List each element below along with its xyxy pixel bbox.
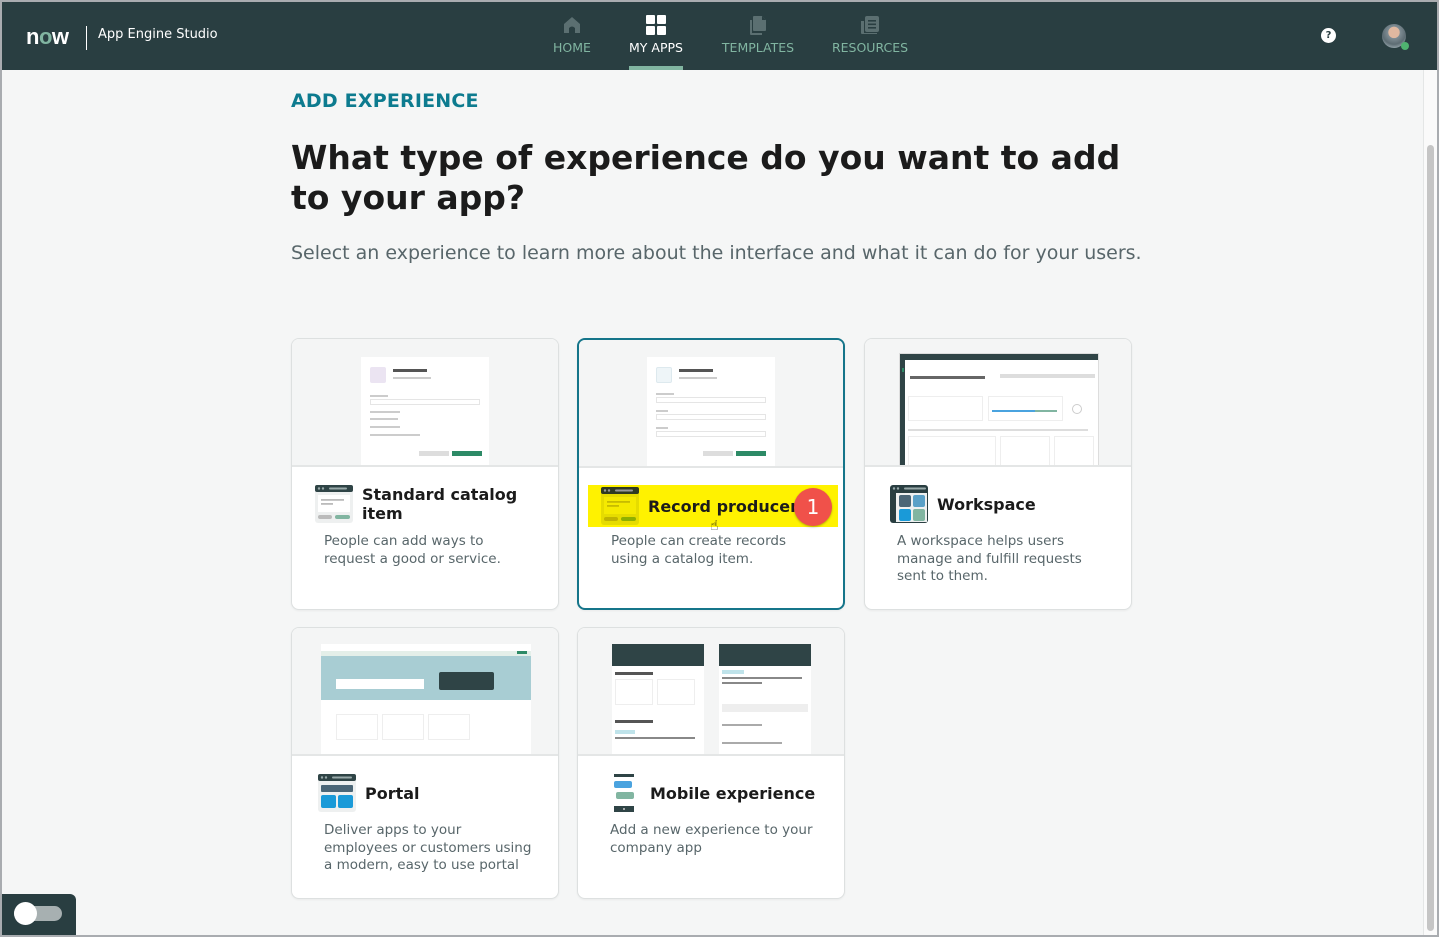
- help-icon[interactable]: ?: [1321, 28, 1336, 43]
- main-nav: HOME MY APPS TEMPLATES RESOURCES: [532, 2, 909, 70]
- nav-resources-label: RESOURCES: [831, 40, 909, 55]
- step-badge: 1: [794, 488, 832, 526]
- copy-icon: [750, 16, 766, 35]
- catalog-item-icon: [315, 485, 353, 523]
- card-description: Deliver apps to your employees or custom…: [324, 822, 532, 873]
- vertical-scrollbar[interactable]: [1423, 70, 1437, 935]
- card-preview-image: [579, 340, 843, 468]
- experience-card-record-producer[interactable]: Record producer 1 ☝ People can create re…: [577, 338, 845, 610]
- portal-icon: [318, 774, 356, 812]
- toggle-container: [2, 894, 76, 935]
- top-navigation-bar: now App Engine Studio HOME MY APPS TEMPL…: [2, 2, 1437, 70]
- app-title: App Engine Studio: [98, 27, 218, 42]
- card-title: Standard catalog item: [362, 485, 518, 523]
- page-eyebrow: ADD EXPERIENCE: [291, 90, 479, 112]
- card-preview-image: [578, 628, 844, 756]
- hand-cursor-icon: ☝: [710, 518, 719, 534]
- employee-records-preview: [647, 357, 775, 466]
- card-title: Record producer: [648, 496, 798, 516]
- item-request-preview: [361, 357, 489, 465]
- scrollbar-thumb[interactable]: [1427, 145, 1434, 931]
- nav-home-label: HOME: [553, 40, 591, 55]
- user-avatar[interactable]: [1382, 24, 1409, 50]
- workspace-preview: [899, 353, 1099, 465]
- card-header: Mobile experience: [612, 772, 834, 814]
- servicenow-logo[interactable]: now: [26, 24, 69, 50]
- mobile-icon: [614, 774, 634, 812]
- workspace-icon: [890, 485, 928, 523]
- portal-preview: [321, 644, 531, 754]
- nav-templates-label: TEMPLATES: [721, 40, 795, 55]
- card-header-highlighted: Record producer 1 ☝: [588, 485, 838, 534]
- card-preview-image: [292, 628, 558, 756]
- card-title: Portal: [365, 783, 420, 803]
- experience-card-standard-catalog-item[interactable]: Standard catalog item People can add way…: [291, 338, 559, 610]
- grid-icon: [646, 15, 666, 35]
- app-window: now App Engine Studio HOME MY APPS TEMPL…: [2, 2, 1437, 935]
- card-preview-image: [865, 339, 1131, 467]
- card-title: Mobile experience: [650, 783, 816, 803]
- experience-card-portal[interactable]: Portal Deliver apps to your employees or…: [291, 627, 559, 899]
- card-title: Workspace: [937, 494, 1036, 514]
- nav-resources[interactable]: RESOURCES: [831, 2, 909, 70]
- card-header: Workspace: [889, 483, 1121, 525]
- document-icon: [861, 16, 879, 34]
- toggle-knob[interactable]: [14, 902, 37, 925]
- nav-my-apps-label: MY APPS: [629, 40, 683, 55]
- record-producer-icon: [601, 487, 639, 525]
- mobile-preview-detail: [719, 644, 811, 754]
- page-title: What type of experience do you want to a…: [291, 138, 1121, 217]
- nav-my-apps[interactable]: MY APPS: [629, 2, 683, 70]
- home-icon: [564, 17, 580, 33]
- card-description: Add a new experience to your company app: [610, 822, 813, 856]
- nav-templates[interactable]: TEMPLATES: [722, 2, 794, 70]
- card-preview-image: [292, 339, 558, 467]
- card-header: Portal: [317, 772, 548, 814]
- card-description: People can create records using a catalo…: [611, 533, 786, 567]
- card-description: A workspace helps users manage and fulfi…: [897, 533, 1082, 584]
- page-subtitle: Select an experience to learn more about…: [291, 242, 1142, 264]
- presence-indicator: [1401, 42, 1409, 50]
- experience-card-workspace[interactable]: Workspace A workspace helps users manage…: [864, 338, 1132, 610]
- card-header: Standard catalog item: [314, 483, 548, 525]
- card-description: People can add ways to request a good or…: [324, 533, 501, 567]
- mobile-preview-home: [612, 644, 704, 754]
- nav-home[interactable]: HOME: [532, 2, 612, 70]
- experience-card-mobile-experience[interactable]: Mobile experience Add a new experience t…: [577, 627, 845, 899]
- logo-divider: [86, 26, 87, 50]
